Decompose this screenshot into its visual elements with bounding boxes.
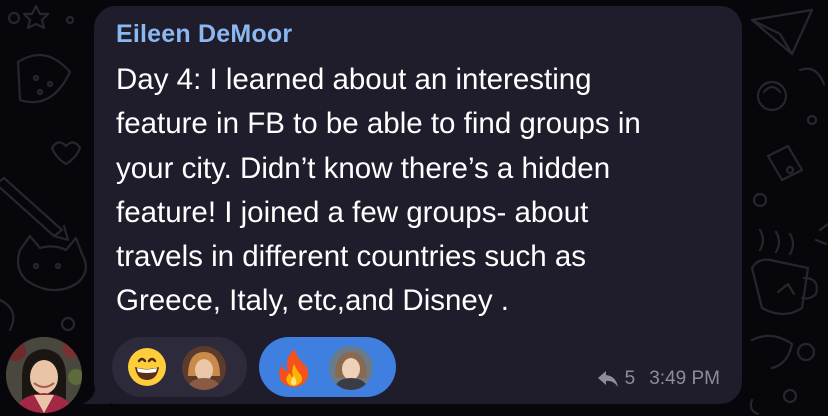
watermelon-doodle [16,53,72,104]
message-line: Day 4: I learned about an interesting [116,63,592,96]
sender-avatar[interactable] [6,337,82,413]
sender-name[interactable]: Eileen DeMoor [116,20,292,49]
message-line: feature in FB to be able to find groups … [116,107,641,141]
message-time: 3:49 PM [649,368,720,389]
grinning-face-icon [128,348,166,386]
cat-doodle [16,234,87,292]
message-line: travels in different countries such as [116,240,587,274]
reply-arrow-icon [597,371,618,387]
pencil-doodle [0,176,70,242]
reaction-grinning-button[interactable] [112,337,247,397]
message-bubble[interactable]: Eileen DeMoor Day 4: I learned about an … [94,6,742,404]
fire-icon [279,349,309,387]
sender-photo [6,337,82,413]
message-text: Day 4: I learned about an interesting fe… [116,58,728,324]
paper-plane-doodle [750,8,814,56]
heart-doodle [50,141,82,166]
reaction-fire-button[interactable] [259,337,396,397]
message-meta: 5 3:49 PM [597,368,720,390]
reply-count[interactable]: 5 [625,368,636,390]
message-line: feature! I joined a few groups- about [116,195,589,229]
reactor-avatar [329,346,373,390]
reactor-avatar [182,346,226,390]
message-line: Greece, Italy, etc,and Disney . [116,284,509,318]
message-line: your city. Didn’t know there’s a hidden [116,151,611,185]
